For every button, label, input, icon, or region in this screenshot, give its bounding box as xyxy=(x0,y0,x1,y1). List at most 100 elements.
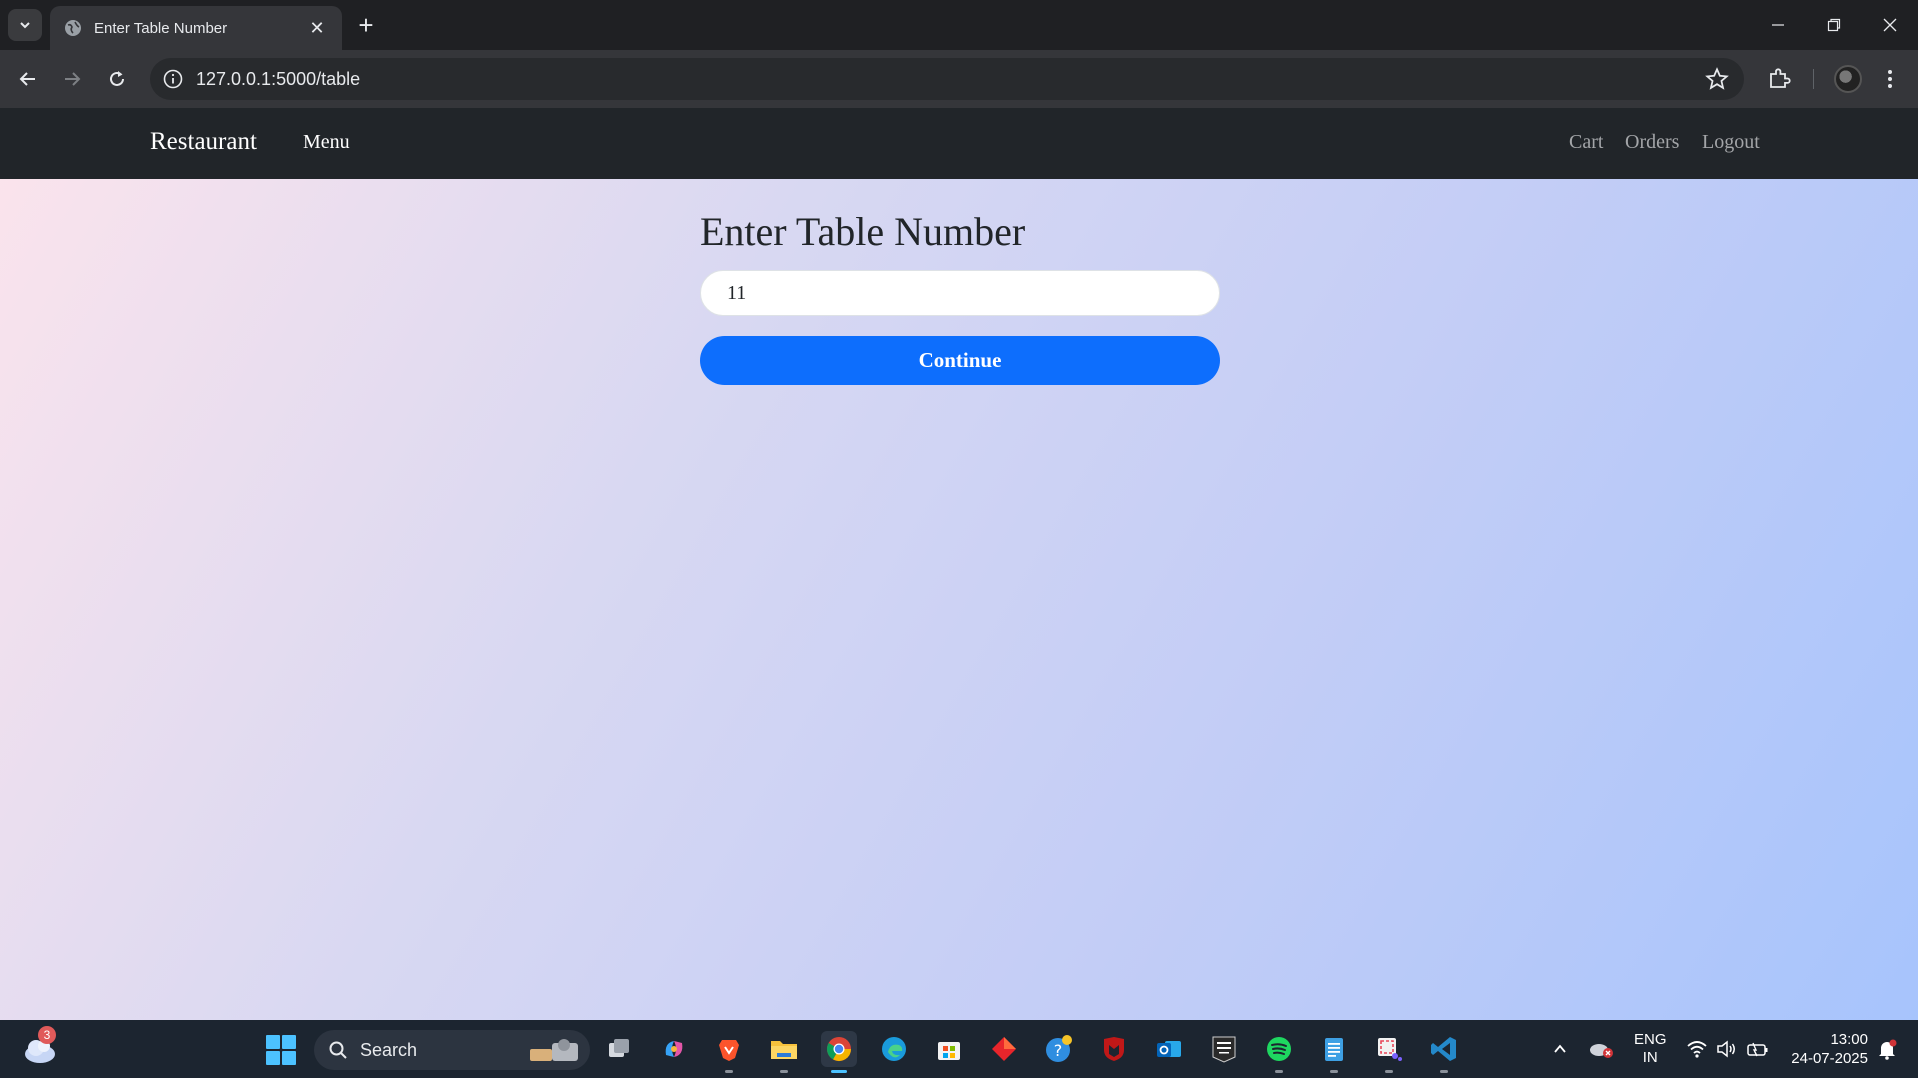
help-icon: ? xyxy=(1046,1035,1072,1062)
snipping-tool-button[interactable] xyxy=(1371,1031,1407,1073)
avatar xyxy=(1834,65,1862,93)
running-indicator xyxy=(1385,1070,1393,1073)
minimize-button[interactable] xyxy=(1750,0,1806,50)
epic-games-button[interactable] xyxy=(1206,1031,1242,1067)
continue-button[interactable]: Continue xyxy=(700,336,1220,385)
brave-icon xyxy=(719,1040,739,1061)
nav-link-logout[interactable]: Logout xyxy=(1702,131,1760,154)
reload-icon xyxy=(110,71,124,86)
running-indicator xyxy=(1275,1070,1283,1073)
spotify-button[interactable] xyxy=(1261,1031,1297,1073)
forward-button[interactable] xyxy=(56,63,88,95)
reload-button[interactable] xyxy=(101,63,133,95)
microsoft-store-button[interactable] xyxy=(931,1031,967,1067)
brand-link[interactable]: Restaurant xyxy=(150,128,257,156)
browser-toolbar: 127.0.0.1:5000/table xyxy=(0,50,1918,108)
url-text[interactable]: 127.0.0.1:5000/table xyxy=(196,69,1704,90)
copilot-button[interactable] xyxy=(656,1031,692,1067)
table-number-input[interactable] xyxy=(700,270,1220,316)
taskbar: 3 Search ? ENG IN 13:00 24-07-2025 xyxy=(0,1020,1918,1078)
quick-settings-button[interactable] xyxy=(1686,1020,1770,1078)
nav-link-orders[interactable]: Orders xyxy=(1625,131,1679,154)
wifi-icon xyxy=(1687,1041,1707,1058)
running-indicator xyxy=(725,1070,733,1073)
info-icon[interactable] xyxy=(162,68,184,90)
globe-icon xyxy=(65,20,81,36)
region-code: IN xyxy=(1642,1049,1658,1066)
spotify-icon xyxy=(1267,1037,1291,1061)
page-viewport: Restaurant Menu Cart Orders Logout Enter… xyxy=(0,108,1918,1020)
tab-search-button[interactable] xyxy=(8,9,42,41)
help-button[interactable]: ? xyxy=(1041,1031,1077,1067)
minimize-icon xyxy=(1772,24,1784,26)
brave-button[interactable] xyxy=(711,1031,747,1073)
restore-button[interactable] xyxy=(1806,0,1862,50)
edge-button[interactable] xyxy=(876,1031,912,1067)
close-icon xyxy=(1883,18,1897,32)
address-bar[interactable]: 127.0.0.1:5000/table xyxy=(150,58,1744,100)
back-button[interactable] xyxy=(12,63,44,95)
copilot-icon xyxy=(665,1041,683,1057)
clock-date: 24-07-2025 xyxy=(1791,1050,1868,1067)
tab-title: Enter Table Number xyxy=(94,19,228,37)
search-icon xyxy=(329,1041,347,1059)
running-indicator xyxy=(831,1070,847,1073)
notifications-button[interactable] xyxy=(1876,1020,1898,1078)
weather-badge: 3 xyxy=(38,1026,56,1044)
nav-link-menu[interactable]: Menu xyxy=(303,131,350,154)
vscode-button[interactable] xyxy=(1426,1031,1462,1073)
restore-icon xyxy=(1827,18,1841,32)
mcafee-button[interactable] xyxy=(1096,1031,1132,1067)
language-label: ENG IN xyxy=(1634,1031,1667,1067)
taskbar-search[interactable]: Search xyxy=(314,1030,590,1070)
profile-button[interactable] xyxy=(1834,63,1862,95)
bookmark-star-icon[interactable] xyxy=(1704,66,1730,92)
outlook-button[interactable] xyxy=(1151,1031,1187,1067)
chrome-button[interactable] xyxy=(821,1031,857,1073)
red-diamond-app-button[interactable] xyxy=(986,1031,1022,1067)
browser-tab[interactable]: Enter Table Number ✕ xyxy=(50,6,342,50)
extensions-button[interactable] xyxy=(1766,63,1792,95)
svg-text:?: ? xyxy=(1054,1041,1063,1060)
windows-logo-tile xyxy=(266,1051,280,1065)
notepad-button[interactable] xyxy=(1316,1031,1352,1073)
epic-games-icon xyxy=(1212,1036,1236,1063)
site-navbar: Restaurant Menu Cart Orders Logout xyxy=(0,108,1918,179)
file-explorer-button[interactable] xyxy=(766,1031,802,1073)
chrome-icon xyxy=(826,1037,851,1062)
notification-bell-icon xyxy=(1879,1039,1897,1060)
close-tab-icon[interactable]: ✕ xyxy=(306,17,328,39)
toolbar-divider xyxy=(1813,63,1814,95)
cloud-error-icon xyxy=(1590,1044,1613,1058)
browser-menu-button[interactable] xyxy=(1880,63,1900,95)
table-number-form: Enter Table Number Continue xyxy=(700,208,1220,385)
onedrive-status[interactable] xyxy=(1588,1020,1614,1078)
notepad-icon xyxy=(1325,1038,1343,1061)
edge-icon xyxy=(882,1037,906,1061)
new-tab-button[interactable]: + xyxy=(352,12,380,40)
chevron-down-icon xyxy=(20,22,30,29)
folder-icon xyxy=(771,1041,797,1059)
show-hidden-icons-button[interactable] xyxy=(1552,1020,1568,1078)
windows-logo-tile xyxy=(282,1035,296,1049)
battery-icon xyxy=(1747,1042,1768,1057)
page-title: Enter Table Number xyxy=(700,209,1026,254)
red-diamond-icon xyxy=(992,1037,1016,1061)
nav-link-cart[interactable]: Cart xyxy=(1569,131,1603,154)
mcafee-shield-icon xyxy=(1104,1037,1124,1061)
more-vertical-icon xyxy=(1888,70,1892,88)
window-controls xyxy=(1750,0,1918,50)
windows-logo-tile xyxy=(266,1035,280,1049)
clock-time: 13:00 xyxy=(1830,1031,1868,1048)
start-button[interactable] xyxy=(266,1035,296,1065)
browser-tabstrip: Enter Table Number ✕ + xyxy=(0,0,1918,50)
taskbar-clock[interactable]: 13:00 24-07-2025 xyxy=(1791,1030,1868,1068)
snipping-tool-icon xyxy=(1378,1038,1402,1061)
running-indicator xyxy=(780,1070,788,1073)
close-window-button[interactable] xyxy=(1862,0,1918,50)
task-view-button[interactable] xyxy=(601,1031,637,1067)
language-code: ENG xyxy=(1634,1031,1667,1048)
language-indicator[interactable]: ENG IN xyxy=(1634,1020,1667,1078)
vscode-icon xyxy=(1431,1037,1456,1061)
outlook-icon xyxy=(1157,1041,1181,1057)
